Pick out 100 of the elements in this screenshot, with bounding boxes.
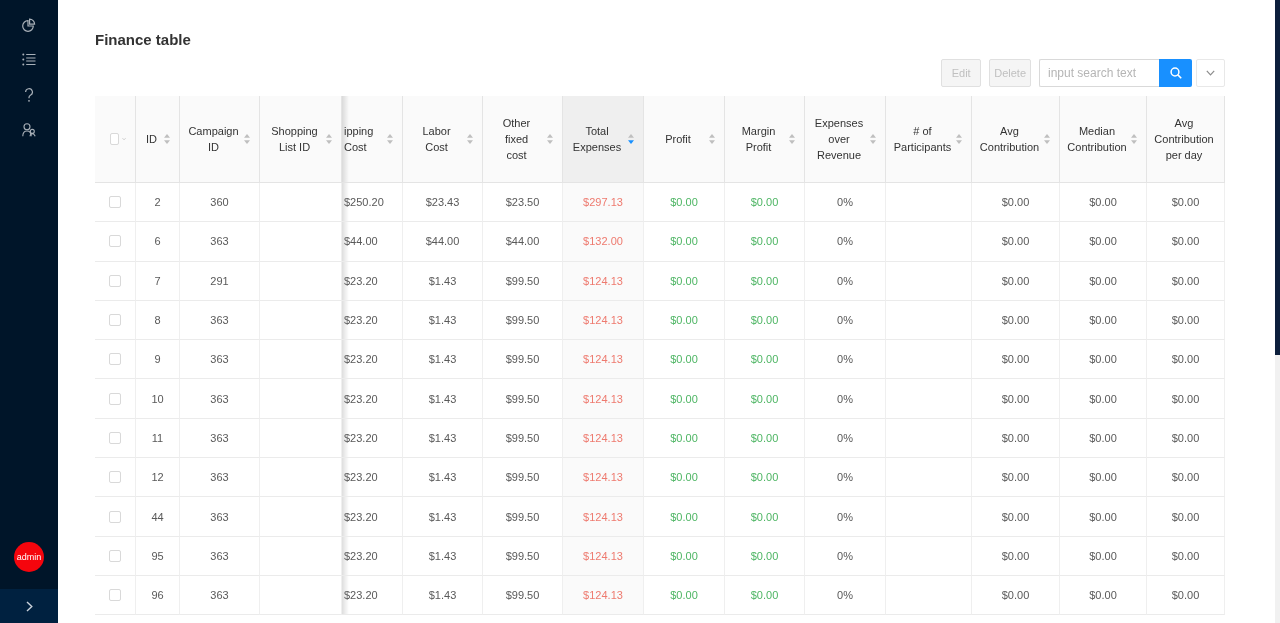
table-cell: $0.00 bbox=[1147, 536, 1225, 576]
table-cell: 363 bbox=[180, 222, 260, 262]
table-cell: $0.00 bbox=[1060, 536, 1147, 576]
table-cell: $124.13 bbox=[563, 300, 644, 341]
row-checkbox[interactable] bbox=[109, 235, 121, 248]
table-cell: $0.00 bbox=[972, 379, 1060, 419]
select-all-checkbox[interactable] bbox=[110, 133, 119, 145]
column-header[interactable]: Expenses over Revenue bbox=[805, 96, 886, 183]
sort-icon[interactable] bbox=[387, 134, 393, 144]
column-header[interactable]: Profit bbox=[644, 96, 725, 183]
search-button[interactable] bbox=[1159, 59, 1192, 87]
row-checkbox[interactable] bbox=[109, 510, 121, 523]
table-cell: $0.00 bbox=[725, 536, 805, 576]
table-cell: $0.00 bbox=[644, 418, 725, 459]
column-header[interactable]: ipping Cost bbox=[342, 96, 403, 183]
table-cell: $0.00 bbox=[1060, 575, 1147, 616]
scrollbar-thumb[interactable] bbox=[1275, 0, 1280, 355]
table-cell: $297.13 bbox=[563, 183, 644, 223]
table-cell: $0.00 bbox=[644, 536, 725, 576]
row-checkbox[interactable] bbox=[109, 353, 121, 366]
table-cell: $23.20 bbox=[342, 300, 403, 341]
sort-icon[interactable] bbox=[244, 134, 250, 144]
table-cell: $1.43 bbox=[403, 536, 483, 576]
sort-icon[interactable] bbox=[1131, 134, 1137, 144]
sort-icon[interactable] bbox=[326, 134, 332, 144]
column-header[interactable]: Total Expenses bbox=[563, 96, 644, 183]
table-cell: $0.00 bbox=[1147, 418, 1225, 459]
column-header[interactable]: Margin Profit bbox=[725, 96, 805, 183]
row-checkbox[interactable] bbox=[109, 589, 121, 602]
row-checkbox[interactable] bbox=[109, 392, 121, 405]
table-cell: $23.20 bbox=[342, 458, 403, 498]
table-cell: $124.13 bbox=[563, 261, 644, 301]
table-cell: $0.00 bbox=[1060, 340, 1147, 380]
table-cell: $0.00 bbox=[972, 261, 1060, 301]
table-cell: $1.43 bbox=[403, 379, 483, 419]
table-cell: $132.00 bbox=[563, 222, 644, 262]
table-cell: 0% bbox=[805, 497, 886, 537]
column-header[interactable]: Avg Contribution bbox=[972, 96, 1060, 183]
table-cell: 360 bbox=[180, 183, 260, 223]
table-cell: $1.43 bbox=[403, 300, 483, 341]
sort-icon[interactable] bbox=[547, 134, 553, 144]
table-cell: $0.00 bbox=[1147, 300, 1225, 341]
table-cell: $0.00 bbox=[644, 458, 725, 498]
table-cell: $0.00 bbox=[725, 497, 805, 537]
row-checkbox[interactable] bbox=[109, 549, 121, 562]
sort-icon[interactable] bbox=[1044, 134, 1050, 144]
table-cell: $0.00 bbox=[1060, 418, 1147, 459]
column-header[interactable]: Campaign ID bbox=[180, 96, 260, 183]
sidebar-toggle[interactable] bbox=[0, 589, 58, 623]
sort-icon[interactable] bbox=[870, 134, 876, 144]
table-cell: $124.13 bbox=[563, 340, 644, 380]
users-icon bbox=[22, 122, 36, 137]
scrollbar-track[interactable] bbox=[1275, 0, 1280, 623]
column-header[interactable]: Shopping List ID bbox=[260, 96, 342, 183]
row-checkbox[interactable] bbox=[109, 431, 121, 444]
search-field[interactable]: input search text bbox=[1039, 59, 1159, 87]
table-cell: 95 bbox=[136, 536, 180, 576]
table-cell: 0% bbox=[805, 261, 886, 301]
column-header[interactable]: Median Contribution bbox=[1060, 96, 1147, 183]
table-cell: $250.20 bbox=[342, 183, 403, 223]
table-cell: $1.43 bbox=[403, 261, 483, 301]
dropdown-button[interactable] bbox=[1196, 59, 1225, 87]
sort-icon[interactable] bbox=[164, 134, 170, 144]
sort-icon[interactable] bbox=[628, 134, 634, 144]
table-cell: $0.00 bbox=[1060, 497, 1147, 537]
table-cell: 8 bbox=[136, 300, 180, 341]
column-header[interactable]: ID bbox=[136, 96, 180, 183]
table-cell: $0.00 bbox=[1147, 379, 1225, 419]
table-cell: $0.00 bbox=[725, 575, 805, 616]
table-cell: 2 bbox=[136, 183, 180, 223]
table-cell: 6 bbox=[136, 222, 180, 262]
table-cell: $23.20 bbox=[342, 497, 403, 537]
table-cell: $23.20 bbox=[342, 575, 403, 616]
column-header[interactable]: Labor Cost bbox=[403, 96, 483, 183]
table-cell: $0.00 bbox=[644, 183, 725, 223]
table-cell: 0% bbox=[805, 536, 886, 576]
row-checkbox[interactable] bbox=[109, 274, 121, 287]
table-cell: $23.20 bbox=[342, 418, 403, 459]
table-cell: $23.20 bbox=[342, 261, 403, 301]
sort-icon[interactable] bbox=[956, 134, 962, 144]
table-cell: $0.00 bbox=[1147, 183, 1225, 223]
column-header[interactable]: Other fixed cost bbox=[483, 96, 563, 183]
avatar[interactable]: admin bbox=[14, 542, 44, 572]
sort-icon[interactable] bbox=[709, 134, 715, 144]
row-checkbox[interactable] bbox=[109, 314, 121, 327]
table-cell: $0.00 bbox=[972, 418, 1060, 459]
table-cell: $0.00 bbox=[1147, 575, 1225, 616]
row-checkbox[interactable] bbox=[109, 196, 121, 209]
table-cell: $0.00 bbox=[972, 183, 1060, 223]
sort-icon[interactable] bbox=[467, 134, 473, 144]
table-cell: $0.00 bbox=[725, 418, 805, 459]
row-checkbox[interactable] bbox=[109, 471, 121, 484]
sort-icon[interactable] bbox=[789, 134, 795, 144]
table-cell: $23.20 bbox=[342, 536, 403, 576]
table-cell: $0.00 bbox=[725, 458, 805, 498]
table-cell: $23.20 bbox=[342, 379, 403, 419]
table-cell: $0.00 bbox=[972, 222, 1060, 262]
table-cell: $0.00 bbox=[972, 536, 1060, 576]
column-header[interactable]: # of Participants bbox=[886, 96, 972, 183]
table-cell: $124.13 bbox=[563, 575, 644, 616]
